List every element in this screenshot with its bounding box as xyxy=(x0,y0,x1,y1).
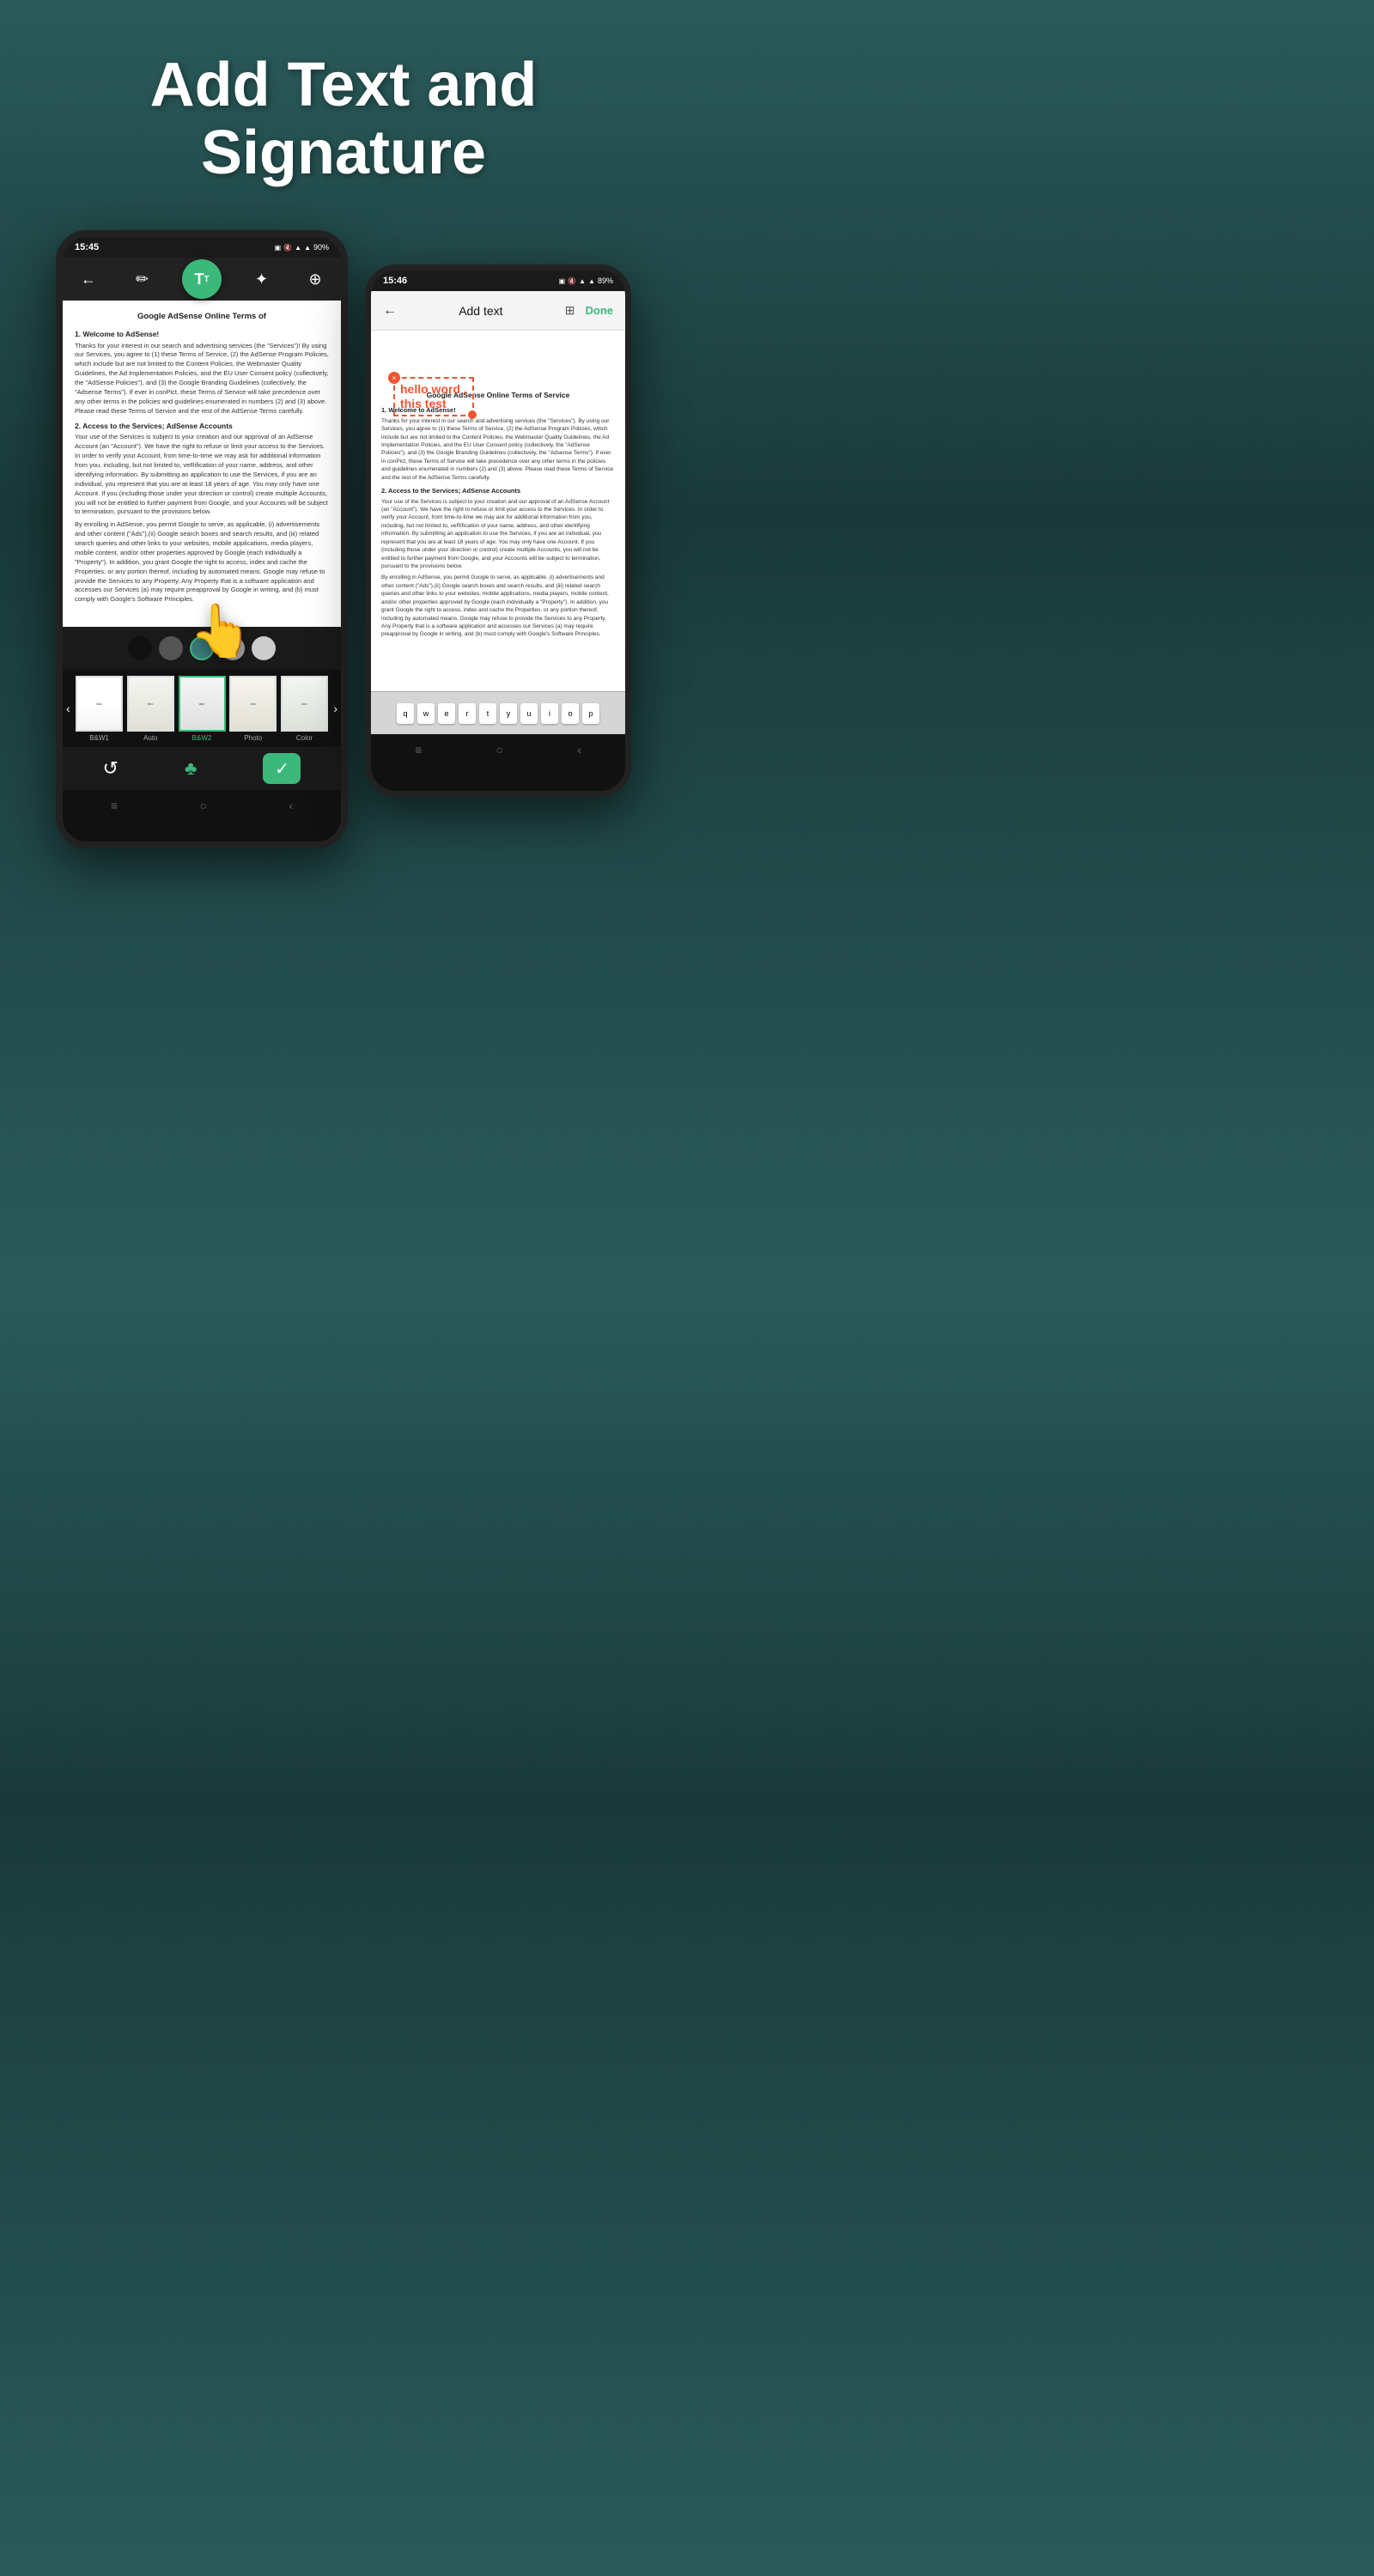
signal-icon: ▣ xyxy=(275,244,282,252)
doc-text1-left: Thanks for your interest in our search a… xyxy=(75,342,329,416)
resize-handle[interactable] xyxy=(468,410,477,419)
toolbar-left: ← ✏ TT ✦ ⊕ xyxy=(63,258,341,301)
doc-section1-title-left: 1. Welcome to AdSense! xyxy=(75,330,329,340)
doc-wrapper-right: × hello word , this test Google AdSense … xyxy=(371,331,625,691)
nav-bar-right: ≡ ○ ‹ xyxy=(371,734,625,765)
header-section: Add Text and Signature xyxy=(0,0,687,213)
color-gray[interactable] xyxy=(221,636,245,660)
nav-bar-left: ≡ ○ ‹ xyxy=(63,790,341,821)
doc-text2-left: Your use of the Services is subject to y… xyxy=(75,433,329,517)
nav-home-icon[interactable]: ○ xyxy=(200,799,207,812)
photo-plus-icon[interactable]: ⊞ xyxy=(565,303,575,318)
wifi-icon: ▲ xyxy=(295,244,301,252)
back-button-left[interactable]: ← xyxy=(75,265,102,293)
battery-right: 89% xyxy=(598,276,613,285)
key-p[interactable]: p xyxy=(582,703,599,724)
filter-bw1[interactable]: doc B&W1 xyxy=(74,676,125,742)
phone-right: 15:46 ▣ 🔇 ▲ ▲ 89% ← Add text ⊞ Done × xyxy=(365,264,631,797)
key-t[interactable]: t xyxy=(479,703,496,724)
doc-section2-title-left: 2. Access to the Services; AdSense Accou… xyxy=(75,422,329,432)
bottom-toolbar-left: ↺ ♣ ✓ xyxy=(63,747,341,790)
right-doc-text3: By enrolling in AdSense, you permit Goog… xyxy=(381,574,615,638)
search-icon-left[interactable]: ⊕ xyxy=(301,265,329,293)
network-icon: ▲ xyxy=(304,244,311,252)
color-teal[interactable] xyxy=(190,636,214,660)
filter-photo[interactable]: doc Photo xyxy=(228,676,279,742)
time-right: 15:46 xyxy=(383,276,407,286)
doc-content-left: Google AdSense Online Terms of 1. Welcom… xyxy=(63,301,341,627)
network-icon-r: ▲ xyxy=(588,277,595,285)
key-e[interactable]: e xyxy=(438,703,455,724)
nav-back-icon[interactable]: ‹ xyxy=(289,799,294,812)
text-overlay-box[interactable]: × hello word , this test xyxy=(393,377,474,416)
status-bar-right: 15:46 ▣ 🔇 ▲ ▲ 89% xyxy=(371,270,625,291)
nav-menu-icon-r[interactable]: ≡ xyxy=(415,743,422,756)
key-y[interactable]: y xyxy=(500,703,517,724)
color-black[interactable] xyxy=(128,636,152,660)
overlay-text: hello word , this test xyxy=(400,382,467,411)
key-r[interactable]: r xyxy=(459,703,476,724)
doc-title-left: Google AdSense Online Terms of xyxy=(75,311,329,322)
keyboard-area: q w e r t y u i o p xyxy=(371,691,625,734)
filter-bw2[interactable]: doc B&W2 xyxy=(176,676,228,742)
filter-items: doc B&W1 doc Auto do xyxy=(74,676,331,742)
right-doc-text2: Your use of the Services is subject to y… xyxy=(381,498,615,571)
right-section2-title: 2. Access to the Services; AdSense Accou… xyxy=(381,487,615,496)
status-bar-left: 15:45 ▣ 🔇 ▲ ▲ 90% xyxy=(63,237,341,258)
filter-color[interactable]: doc Color xyxy=(279,676,331,742)
right-doc-text1: Thanks for your interest in our search a… xyxy=(381,417,615,482)
filter-next[interactable]: › xyxy=(330,702,341,715)
doc-text3-left: By enrolling in AdSense, you permit Goog… xyxy=(75,520,329,605)
color-palette xyxy=(63,627,341,670)
color-dark-gray[interactable] xyxy=(159,636,183,660)
keyboard-row: q w e r t y u i o p xyxy=(397,703,599,724)
leaf-icon[interactable]: ♣ xyxy=(185,757,197,780)
color-light-gray[interactable] xyxy=(252,636,276,660)
filter-prev[interactable]: ‹ xyxy=(63,702,74,715)
nav-menu-icon[interactable]: ≡ xyxy=(111,799,118,812)
mute-icon: 🔇 xyxy=(283,244,292,252)
status-icons-right: ▣ 🔇 ▲ ▲ 89% xyxy=(559,276,613,285)
status-icons-left: ▣ 🔇 ▲ ▲ 90% xyxy=(275,243,329,252)
filter-strip: ‹ doc B&W1 doc Auto xyxy=(63,670,341,747)
key-q[interactable]: q xyxy=(397,703,414,724)
key-o[interactable]: o xyxy=(562,703,579,724)
key-u[interactable]: u xyxy=(520,703,538,724)
header-title: Add Text and Signature xyxy=(34,52,653,187)
nav-home-icon-r[interactable]: ○ xyxy=(496,743,503,756)
key-i[interactable]: i xyxy=(541,703,558,724)
add-text-actions: ⊞ Done xyxy=(565,303,613,318)
refresh-button[interactable]: ↺ xyxy=(103,757,119,780)
add-text-back-button[interactable]: ← xyxy=(383,303,397,319)
wifi-icon-r: ▲ xyxy=(579,277,586,285)
time-left: 15:45 xyxy=(75,242,99,252)
battery-left: 90% xyxy=(313,243,329,252)
text-icon-circle[interactable]: TT xyxy=(182,259,222,299)
nav-back-icon-r[interactable]: ‹ xyxy=(577,743,581,756)
key-w[interactable]: w xyxy=(417,703,435,724)
phones-container: 15:45 ▣ 🔇 ▲ ▲ 90% ← ✏ TT ✦ ⊕ Google AdSe… xyxy=(0,213,687,866)
signal-icon-r: ▣ xyxy=(559,277,566,285)
pen-icon-left[interactable]: ✏ xyxy=(129,265,156,293)
add-text-title: Add text xyxy=(459,304,502,318)
magic-icon-left[interactable]: ✦ xyxy=(248,265,276,293)
mute-icon-r: 🔇 xyxy=(568,277,576,285)
phone-left: 15:45 ▣ 🔇 ▲ ▲ 90% ← ✏ TT ✦ ⊕ Google AdSe… xyxy=(56,230,348,848)
close-x-icon[interactable]: × xyxy=(388,372,400,384)
filter-auto[interactable]: doc Auto xyxy=(125,676,176,742)
add-text-toolbar: ← Add text ⊞ Done xyxy=(371,291,625,331)
confirm-button[interactable]: ✓ xyxy=(263,753,301,784)
done-button[interactable]: Done xyxy=(585,304,613,317)
